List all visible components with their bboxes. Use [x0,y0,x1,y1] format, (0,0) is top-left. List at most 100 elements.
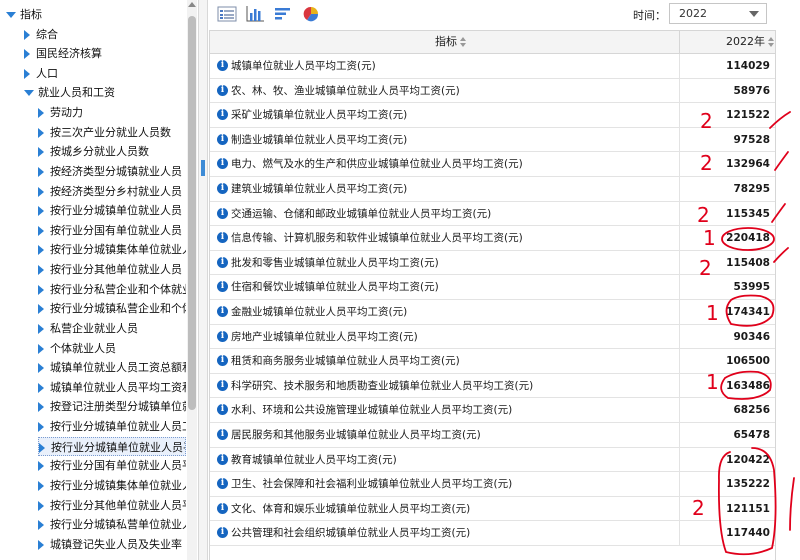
table-row[interactable]: i 卫生、社会保障和社会福利业城镇单位就业人员平均工资(元) 135222 [210,472,776,497]
info-icon[interactable]: i [217,60,228,71]
triangle-down-icon[interactable] [6,12,16,18]
triangle-right-icon[interactable] [38,520,44,531]
year-select[interactable]: 2022 [669,3,767,24]
triangle-right-icon[interactable] [24,68,30,79]
triangle-right-icon[interactable] [38,402,44,413]
info-icon[interactable]: i [217,207,228,219]
tree-item[interactable]: 人口 [24,64,186,83]
tree-item[interactable]: 按行业分私营企业和个体就业人 [38,280,186,299]
triangle-right-icon[interactable] [38,166,44,177]
tree-item[interactable]: 按行业分其他单位就业人员 [38,260,186,279]
triangle-right-icon[interactable] [38,127,44,138]
tree-item[interactable]: 按行业分城镇私营单位就业人员 [38,515,186,534]
info-icon[interactable]: i [217,305,228,317]
table-row[interactable]: i 交通运输、仓储和邮政业城镇单位就业人员平均工资(元) 115345 [210,201,776,227]
tree-scroll-thumb[interactable] [188,16,196,410]
table-row[interactable]: i 科学研究、技术服务和地质勘查业城镇单位就业人员平均工资(元) 163486 [210,373,776,399]
info-icon[interactable]: i [217,133,228,145]
tree-item[interactable]: 就业人员和工资 [24,83,186,102]
tree-scrollbar[interactable] [187,0,197,560]
triangle-right-icon[interactable] [24,29,30,40]
tree-item[interactable]: 按城乡分就业人员数 [38,142,186,161]
tree-item[interactable]: 私营企业就业人员 [38,319,186,338]
triangle-right-icon[interactable] [38,422,44,433]
triangle-right-icon[interactable] [38,382,44,393]
table-row[interactable]: i 住宿和餐饮业城镇单位就业人员平均工资(元) 53995 [210,275,776,300]
tree-item[interactable]: 按行业分城镇私营企业和个体就 [38,299,186,318]
triangle-right-icon[interactable] [38,225,44,236]
tree-item[interactable]: 按行业分城镇单位就业人员工资 [38,417,186,436]
triangle-right-icon[interactable] [38,461,44,472]
table-row[interactable]: i 教育城镇单位就业人员平均工资(元) 120422 [210,447,776,473]
table-row[interactable]: i 建筑业城镇单位就业人员平均工资(元) 78295 [210,176,776,202]
info-icon[interactable]: i [217,478,228,490]
tree-item[interactable]: 个体就业人员 [38,339,186,358]
info-icon[interactable]: i [217,453,228,465]
triangle-right-icon[interactable] [38,186,44,197]
table-row[interactable]: i 房地产业城镇单位就业人员平均工资(元) 90346 [210,324,776,350]
scroll-up-arrow-icon[interactable] [188,2,196,7]
table-row[interactable]: i 居民服务和其他服务业城镇单位就业人员平均工资(元) 65478 [210,422,776,448]
triangle-right-icon[interactable] [38,323,44,334]
triangle-right-icon[interactable] [38,265,44,276]
triangle-right-icon[interactable] [38,304,44,315]
table-row[interactable]: i 农、林、牧、渔业城镇单位就业人员平均工资(元) 58976 [210,78,776,104]
horizontal-bar-icon[interactable] [273,5,293,23]
tree-item[interactable]: 按行业分城镇集体单位就业人员 [38,476,186,495]
tree-item[interactable]: 按行业分城镇单位就业人员 [38,201,186,220]
table-row[interactable]: i 文化、体育和娱乐业城镇单位就业人员平均工资(元) 121151 [210,496,776,522]
info-icon[interactable]: i [217,379,228,391]
tree-item[interactable]: 综合 [24,25,186,44]
info-icon[interactable]: i [217,109,228,121]
tree-item[interactable]: 按行业分城镇集体单位就业人员 [38,240,186,259]
table-row[interactable]: i 电力、燃气及水的生产和供应业城镇单位就业人员平均工资(元) 132964 [210,152,776,177]
tree-item[interactable]: 按经济类型分乡村就业人员 [38,182,186,201]
info-icon[interactable]: i [217,281,228,293]
tree-item[interactable]: 国民经济核算 [24,44,186,63]
tree-item[interactable]: 按行业分其他单位就业人员平均 [38,496,186,515]
table-row[interactable]: i 批发和零售业城镇单位就业人员平均工资(元) 115408 [210,250,776,276]
triangle-right-icon[interactable] [38,480,44,491]
pie-chart-icon[interactable] [301,5,321,23]
triangle-right-icon[interactable] [38,363,44,374]
table-row[interactable]: i 采矿业城镇单位就业人员平均工资(元) 121522 [210,103,776,128]
info-icon[interactable]: i [217,404,228,416]
info-icon[interactable]: i [217,158,228,170]
table-row[interactable]: i 金融业城镇单位就业人员平均工资(元) 174341 [210,299,776,325]
tree-item[interactable]: 按登记注册类型分城镇单位就业 [38,397,186,416]
table-row[interactable]: i 信息传输、计算机服务和软件业城镇单位就业人员平均工资(元) 220418 [210,226,776,251]
table-row[interactable]: i 公共管理和社会组织城镇单位就业人员平均工资(元) 117440 [210,521,776,546]
triangle-right-icon[interactable] [38,108,44,119]
panel-splitter[interactable] [198,0,208,560]
info-icon[interactable]: i [217,355,228,367]
triangle-right-icon[interactable] [39,442,45,453]
header-indicator[interactable]: 指标 [435,31,466,53]
splitter-handle[interactable] [201,160,205,176]
info-icon[interactable]: i [217,330,228,342]
info-icon[interactable]: i [217,256,228,268]
info-icon[interactable]: i [217,182,228,194]
table-row[interactable]: i 城镇单位就业人员平均工资(元) 114029 [210,54,776,79]
table-row[interactable]: i 水利、环境和公共设施管理业城镇单位就业人员平均工资(元) 68256 [210,398,776,423]
info-icon[interactable]: i [217,232,228,244]
tree-item[interactable]: 按行业分国有单位就业人员 [38,221,186,240]
tree-item[interactable]: 按行业分国有单位就业人员平均 [38,456,186,475]
table-row[interactable]: i 租赁和商务服务业城镇单位就业人员平均工资(元) 106500 [210,349,776,374]
tree-item[interactable]: 城镇登记失业人员及失业率 [38,535,186,554]
bar-chart-icon[interactable] [245,5,265,23]
tree-item[interactable]: 城镇单位就业人员平均工资和指 [38,378,186,397]
tree-item[interactable]: 按三次产业分就业人员数 [38,123,186,142]
triangle-right-icon[interactable] [38,539,44,550]
header-year[interactable]: 2022年 [726,31,774,53]
triangle-down-icon[interactable] [24,90,34,97]
info-icon[interactable]: i [217,428,228,440]
table-view-icon[interactable] [217,5,237,23]
triangle-right-icon[interactable] [38,284,44,295]
info-icon[interactable]: i [217,527,228,539]
tree-item[interactable]: 劳动力 [38,103,186,122]
triangle-right-icon[interactable] [38,500,44,511]
triangle-right-icon[interactable] [38,147,44,158]
tree-item[interactable]: 按经济类型分城镇就业人员 [38,162,186,181]
info-icon[interactable]: i [217,84,228,96]
tree-item[interactable]: 按行业分城镇单位就业人员平均 [38,436,186,456]
